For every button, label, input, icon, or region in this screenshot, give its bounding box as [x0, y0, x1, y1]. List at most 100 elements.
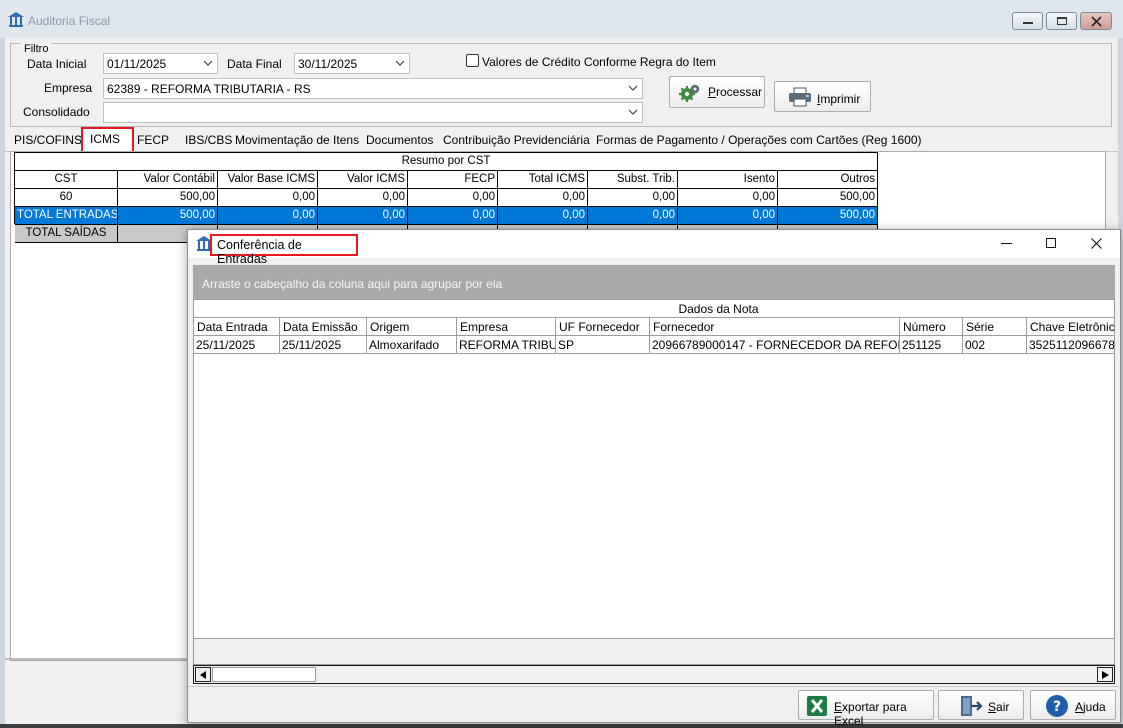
credit-rule-checkbox[interactable] [466, 54, 479, 67]
maximize-button[interactable] [1046, 12, 1077, 30]
tab-ibs-cbs[interactable]: IBS/CBS [185, 129, 232, 151]
empresa-select[interactable]: 62389 - REFORMA TRIBUTARIA - RS [103, 78, 643, 99]
data-final-label: Data Final [227, 57, 282, 71]
data-inicial-value: 01/11/2025 [107, 57, 167, 71]
cst-column-header: Valor Contábil [118, 171, 218, 189]
credit-rule-label: Valores de Crédito Conforme Regra do Ite… [482, 55, 716, 69]
table-row[interactable]: 35251120966789 [1027, 336, 1114, 354]
tab-icms[interactable]: ICMS [81, 127, 134, 154]
table-row[interactable]: 25/11/2025 [280, 336, 367, 354]
table-row: 500,00 [118, 189, 218, 207]
minimize-icon [1023, 22, 1033, 24]
conferencia-entradas-dialog: Conferência de Entradas Arraste o cabeça… [187, 229, 1121, 728]
empresa-label: Empresa [44, 81, 93, 95]
column-header[interactable]: Origem [367, 318, 457, 336]
help-icon: ? [1046, 695, 1068, 717]
tab-documentos[interactable]: Documentos [366, 129, 433, 151]
exportar-excel-button[interactable]: Exportar para Excel [798, 690, 934, 728]
dialog-minimize-button[interactable] [985, 230, 1029, 258]
column-header[interactable]: Empresa [457, 318, 556, 336]
table-row: 0,00 [318, 189, 408, 207]
grid-footer [194, 638, 1114, 664]
data-inicial-field[interactable]: 01/11/2025 [103, 53, 218, 74]
table-row[interactable]: 002 [963, 336, 1027, 354]
tab-contribuicao-previdenciaria[interactable]: Contribuição Previdenciária [443, 129, 590, 151]
processar-label: Processar [708, 85, 763, 99]
total-entradas-row: 0,00 [498, 207, 588, 225]
restore-icon [1057, 17, 1067, 25]
imprimir-button[interactable]: Imprimir [774, 81, 871, 112]
total-entradas-row: 0,00 [318, 207, 408, 225]
column-header[interactable]: Fornecedor [650, 318, 900, 336]
dialog-title-bar[interactable]: Conferência de Entradas [188, 230, 1120, 266]
total-entradas-row: TOTAL ENTRADAS [15, 207, 118, 225]
table-row[interactable]: 25/11/2025 [194, 336, 280, 354]
main-title-bar[interactable]: Auditoria Fiscal [0, 0, 1123, 38]
table-row: 0,00 [218, 189, 318, 207]
data-final-value: 30/11/2025 [298, 57, 358, 71]
chevron-down-icon [395, 60, 405, 66]
minimize-button[interactable] [1012, 12, 1043, 30]
cst-column-header: Outros [778, 171, 878, 189]
sair-button[interactable]: Sair [938, 690, 1024, 720]
entradas-grid: Dados da Nota Data Entrada Data Emissão Ori… [193, 299, 1115, 665]
close-icon [1091, 16, 1102, 27]
tab-formas-pagamento[interactable]: Formas de Pagamento / Operações com Cart… [596, 129, 922, 151]
table-row[interactable]: Almoxarifado [367, 336, 457, 354]
column-header[interactable]: Série [963, 318, 1027, 336]
cst-column-header: FECP [408, 171, 498, 189]
cst-band-header: Resumo por CST [15, 153, 878, 171]
close-button[interactable] [1080, 12, 1112, 30]
dialog-close-button[interactable] [1074, 230, 1118, 258]
tab-pis-cofins[interactable]: PIS/COFINS [14, 129, 82, 151]
empresa-value: 62389 - REFORMA TRIBUTARIA - RS [107, 82, 311, 96]
footer-divider [188, 686, 1120, 687]
total-entradas-row: 0,00 [218, 207, 318, 225]
dialog-title: Conferência de Entradas [210, 234, 358, 266]
tab-movimentacao-itens[interactable]: Movimentação de Itens [235, 129, 359, 151]
table-row[interactable]: 20966789000147 - FORNECEDOR DA REFORMA R… [650, 336, 900, 354]
total-entradas-row: 500,00 [778, 207, 878, 225]
group-by-panel[interactable]: Arraste o cabeçalho da coluna aqui para … [193, 265, 1115, 299]
total-entradas-row: 0,00 [408, 207, 498, 225]
column-header[interactable]: Número [900, 318, 963, 336]
horizontal-scrollbar[interactable] [193, 665, 1115, 684]
cst-column-header: Subst. Trib. [588, 171, 678, 189]
table-row: 0,00 [408, 189, 498, 207]
scroll-left-button[interactable] [195, 667, 211, 682]
total-entradas-row: 0,00 [588, 207, 678, 225]
table-row[interactable]: 251125 [900, 336, 963, 354]
column-header[interactable]: Data Entrada [194, 318, 280, 336]
scroll-thumb[interactable] [212, 667, 316, 682]
data-final-field[interactable]: 30/11/2025 [294, 53, 410, 74]
cst-column-header: Total ICMS [498, 171, 588, 189]
consolidado-select[interactable] [103, 102, 643, 123]
exit-door-icon [961, 696, 983, 716]
filter-group: Filtro Data Inicial 01/11/2025 Data Fina… [10, 43, 1112, 127]
column-header[interactable]: Chave Eletrônica [1027, 318, 1114, 336]
tab-fecp[interactable]: FECP [137, 129, 169, 151]
scroll-right-button[interactable] [1097, 667, 1113, 682]
dados-da-nota-band[interactable]: Dados da Nota [194, 300, 1114, 318]
gears-icon [679, 84, 700, 102]
consolidado-label: Consolidado [23, 105, 90, 119]
data-inicial-label: Data Inicial [27, 57, 87, 71]
total-entradas-row: 0,00 [678, 207, 778, 225]
table-row[interactable]: SP [556, 336, 650, 354]
table-row: 0,00 [588, 189, 678, 207]
chevron-down-icon [628, 85, 638, 91]
minimize-icon [1001, 243, 1012, 244]
ajuda-label: Ajuda [1075, 700, 1106, 714]
filter-legend: Filtro [21, 43, 52, 55]
dialog-maximize-button[interactable] [1029, 230, 1073, 258]
ajuda-button[interactable]: ? Ajuda [1030, 690, 1116, 720]
processar-button[interactable]: Processar [669, 76, 765, 108]
table-row[interactable]: REFORMA TRIBUTARIA [457, 336, 556, 354]
total-saidas-row: TOTAL SAÍDAS [15, 225, 118, 243]
column-header[interactable]: UF Fornecedor [556, 318, 650, 336]
column-header[interactable]: Data Emissão [280, 318, 367, 336]
table-row: 0,00 [678, 189, 778, 207]
imprimir-label: Imprimir [817, 92, 861, 106]
table-row: 60 [15, 189, 118, 207]
cst-column-header: Isento [678, 171, 778, 189]
